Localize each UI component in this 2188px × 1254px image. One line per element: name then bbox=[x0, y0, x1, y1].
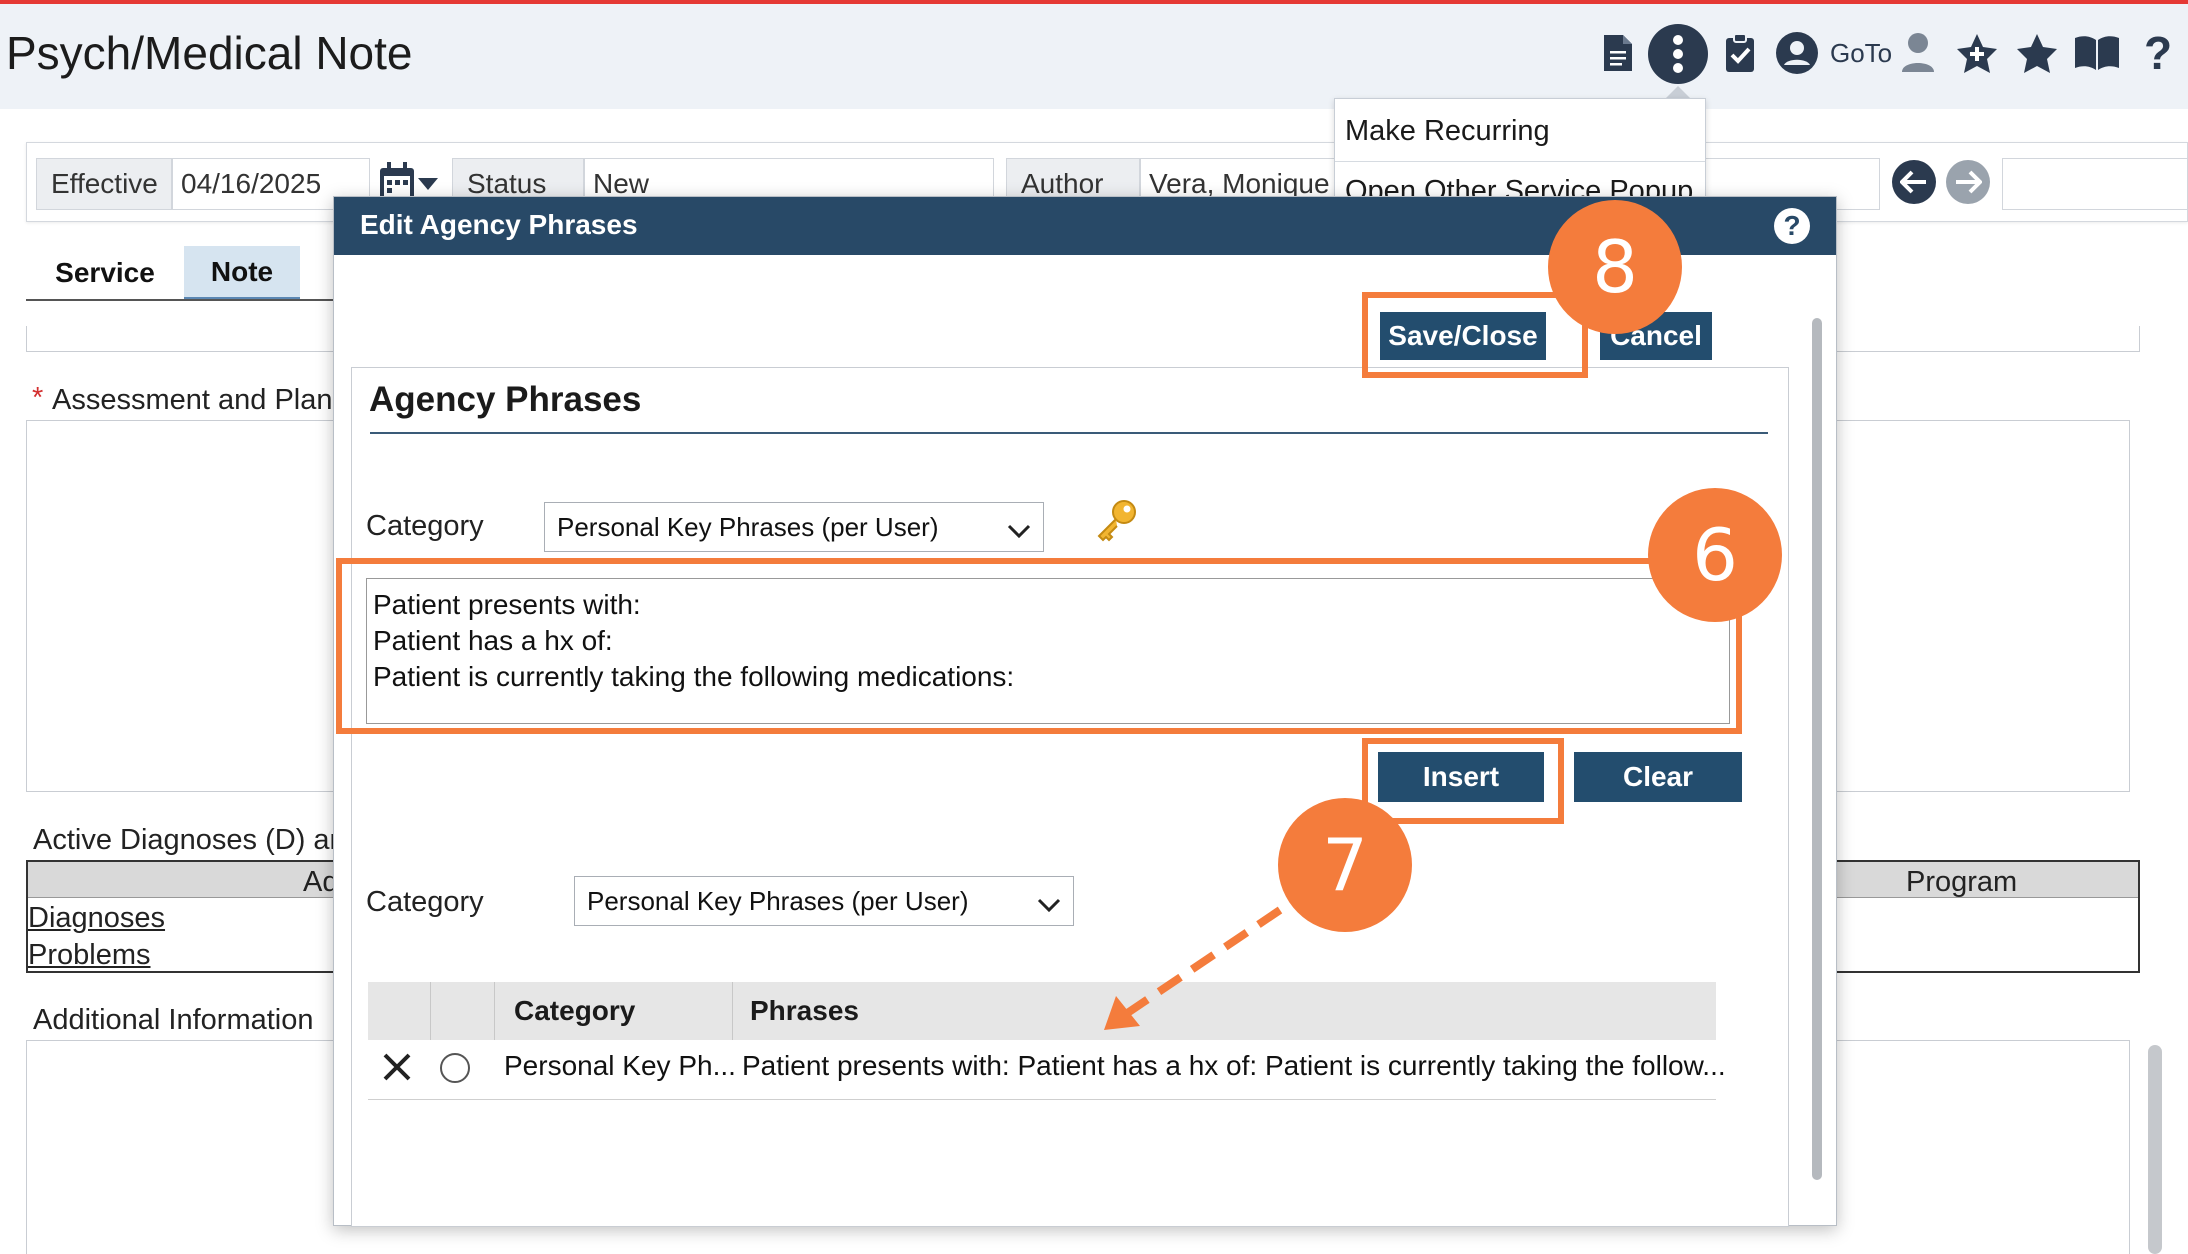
chevron-down-icon bbox=[1037, 889, 1061, 920]
agency-phrases-title: Agency Phrases bbox=[369, 380, 642, 419]
menu-divider bbox=[1335, 161, 1705, 162]
highlight-phrase-text bbox=[336, 558, 1742, 734]
more-vertical-icon[interactable] bbox=[1648, 24, 1708, 84]
previous-arrow-icon[interactable] bbox=[1892, 160, 1936, 204]
page-title: Psych/Medical Note bbox=[6, 27, 413, 79]
book-icon[interactable] bbox=[2072, 30, 2122, 76]
help-icon[interactable]: ? bbox=[1774, 208, 1810, 244]
step-7-badge: 7 bbox=[1278, 798, 1412, 932]
grid-column-divider bbox=[494, 982, 495, 1040]
document-icon[interactable] bbox=[1598, 30, 1638, 76]
menu-item-open-other-service-popup[interactable]: Open Other Service Popup bbox=[1345, 175, 1693, 197]
grid-row-divider bbox=[368, 1099, 1716, 1100]
highlight-insert bbox=[1362, 738, 1564, 824]
grid-cell-phrase[interactable]: Patient presents with: Patient has a hx … bbox=[742, 1050, 1726, 1082]
effective-label: Effective bbox=[36, 158, 172, 210]
grid-column-divider bbox=[732, 982, 733, 1040]
modal-scrollbar[interactable] bbox=[1812, 318, 1822, 1180]
select-radio[interactable] bbox=[440, 1053, 470, 1083]
highlight-save-close bbox=[1362, 292, 1588, 378]
filter-category-label: Category bbox=[366, 886, 484, 918]
next-arrow-icon[interactable] bbox=[1946, 160, 1990, 204]
user-circle-icon[interactable] bbox=[1774, 30, 1820, 76]
help-icon[interactable]: ? bbox=[2140, 27, 2176, 79]
chevron-down-icon bbox=[1007, 515, 1031, 546]
grid-header-category[interactable]: Category bbox=[514, 982, 635, 1040]
modal-title: Edit Agency Phrases bbox=[360, 209, 638, 240]
clear-button[interactable]: Clear bbox=[1574, 752, 1742, 802]
goto-label[interactable]: GoTo bbox=[1830, 38, 1892, 69]
tab-underline bbox=[26, 299, 336, 301]
category-label: Category bbox=[366, 510, 484, 542]
title-rule bbox=[370, 432, 1768, 434]
star-icon[interactable] bbox=[2014, 30, 2060, 76]
filter-category-select[interactable]: Personal Key Phrases (per User) bbox=[574, 876, 1074, 926]
step-7-arrow bbox=[1104, 906, 1283, 1030]
required-marker: * bbox=[32, 382, 44, 414]
filter-category-value: Personal Key Phrases (per User) bbox=[587, 885, 969, 916]
step-6-badge: 6 bbox=[1648, 488, 1782, 622]
person-icon[interactable] bbox=[1898, 30, 1938, 76]
search-field[interactable] bbox=[2002, 158, 2188, 210]
delete-x-icon[interactable] bbox=[382, 1052, 412, 1082]
assessment-label: Assessment and Plan bbox=[52, 384, 333, 416]
page-header: Psych/Medical Note GoTo ? bbox=[0, 4, 2188, 109]
category-select[interactable]: Personal Key Phrases (per User) bbox=[544, 502, 1044, 552]
tab-note[interactable]: Note bbox=[184, 246, 300, 300]
additional-info-label: Additional Information bbox=[33, 1004, 314, 1036]
clipboard-check-icon[interactable] bbox=[1720, 30, 1760, 76]
menu-caret bbox=[1666, 86, 1690, 98]
category-select-value: Personal Key Phrases (per User) bbox=[557, 511, 939, 542]
problems-link[interactable]: Problems bbox=[28, 939, 151, 972]
diagnoses-link[interactable]: Diagnoses bbox=[28, 902, 165, 935]
grid-header-phrases[interactable]: Phrases bbox=[750, 982, 859, 1040]
grid-cell-category: Personal Key Ph... bbox=[504, 1050, 736, 1081]
page-scrollbar[interactable] bbox=[2148, 1045, 2162, 1254]
program-header: Program bbox=[1906, 866, 2018, 898]
menu-item-make-recurring[interactable]: Make Recurring bbox=[1345, 115, 1550, 148]
tab-service[interactable]: Service bbox=[40, 246, 170, 300]
phrases-grid-header: Category Phrases bbox=[368, 982, 1716, 1040]
star-plus-icon[interactable] bbox=[1954, 30, 2000, 76]
key-icon[interactable] bbox=[1094, 498, 1140, 544]
step-8-badge: 8 bbox=[1548, 200, 1682, 334]
grid-column-divider bbox=[430, 982, 431, 1040]
actions-menu: Make Recurring Open Other Service Popup bbox=[1334, 98, 1706, 198]
active-diagnoses-label: Active Diagnoses (D) anc bbox=[33, 824, 361, 856]
phrases-grid: Category Phrases bbox=[368, 982, 1716, 1102]
